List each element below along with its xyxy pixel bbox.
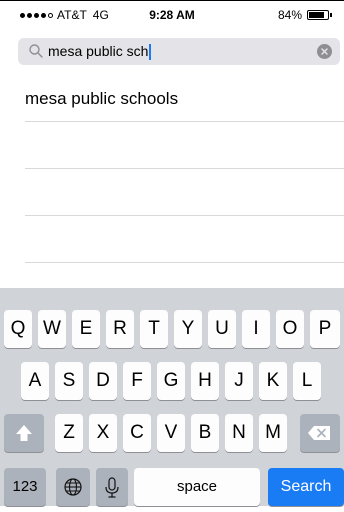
delete-key[interactable] [300, 414, 340, 452]
key-j[interactable]: J [225, 362, 253, 400]
battery-status: 84% [278, 8, 332, 22]
key-r[interactable]: R [106, 310, 134, 348]
key-s[interactable]: S [55, 362, 83, 400]
microphone-icon [105, 477, 119, 498]
top-border [0, 0, 344, 1]
text-cursor [149, 44, 152, 61]
key-d[interactable]: D [89, 362, 117, 400]
suggestion-item[interactable] [25, 216, 344, 263]
key-t[interactable]: T [140, 310, 168, 348]
keyboard: Q W E R T Y U I O P A S D F G H J K L Z … [0, 288, 344, 506]
backspace-icon [308, 426, 330, 440]
battery-fill [309, 12, 324, 18]
search-key[interactable]: Search [268, 468, 344, 506]
key-v[interactable]: V [157, 414, 185, 452]
suggestion-item[interactable] [25, 169, 344, 216]
status-bar: AT&T 4G 9:28 AM 84% [0, 6, 344, 26]
key-u[interactable]: U [208, 310, 236, 348]
space-key[interactable]: space [134, 468, 260, 506]
suggestion-item[interactable] [25, 122, 344, 169]
key-b[interactable]: B [191, 414, 219, 452]
microphone-key[interactable] [96, 468, 128, 506]
search-bar[interactable]: mesa public sch [18, 38, 340, 65]
key-z[interactable]: Z [55, 414, 83, 452]
clear-x-icon [321, 48, 328, 55]
search-query: mesa public sch [48, 43, 149, 59]
key-c[interactable]: C [123, 414, 151, 452]
globe-key[interactable] [56, 468, 90, 506]
key-e[interactable]: E [72, 310, 100, 348]
key-k[interactable]: K [259, 362, 287, 400]
suggestion-list: mesa public schools [0, 75, 344, 263]
key-w[interactable]: W [38, 310, 66, 348]
shift-arrow-icon [16, 425, 32, 441]
key-y[interactable]: Y [174, 310, 202, 348]
key-g[interactable]: G [157, 362, 185, 400]
key-i[interactable]: I [242, 310, 270, 348]
key-f[interactable]: F [123, 362, 151, 400]
globe-icon [64, 478, 82, 496]
battery-percent: 84% [277, 8, 302, 22]
key-p[interactable]: P [310, 310, 340, 348]
key-a[interactable]: A [21, 362, 49, 400]
numbers-key[interactable]: 123 [4, 468, 46, 506]
battery-tip [330, 13, 332, 17]
clear-search-icon[interactable] [317, 44, 332, 59]
key-m[interactable]: M [259, 414, 287, 452]
shift-key[interactable] [4, 414, 44, 452]
key-x[interactable]: X [89, 414, 117, 452]
search-input[interactable]: mesa public sch [48, 38, 152, 65]
key-o[interactable]: O [276, 310, 304, 348]
key-n[interactable]: N [225, 414, 253, 452]
suggestion-item[interactable]: mesa public schools [25, 75, 344, 122]
key-l[interactable]: L [293, 362, 321, 400]
search-icon [29, 44, 43, 58]
battery-icon [307, 10, 329, 20]
key-h[interactable]: H [191, 362, 219, 400]
key-q[interactable]: Q [4, 310, 32, 348]
